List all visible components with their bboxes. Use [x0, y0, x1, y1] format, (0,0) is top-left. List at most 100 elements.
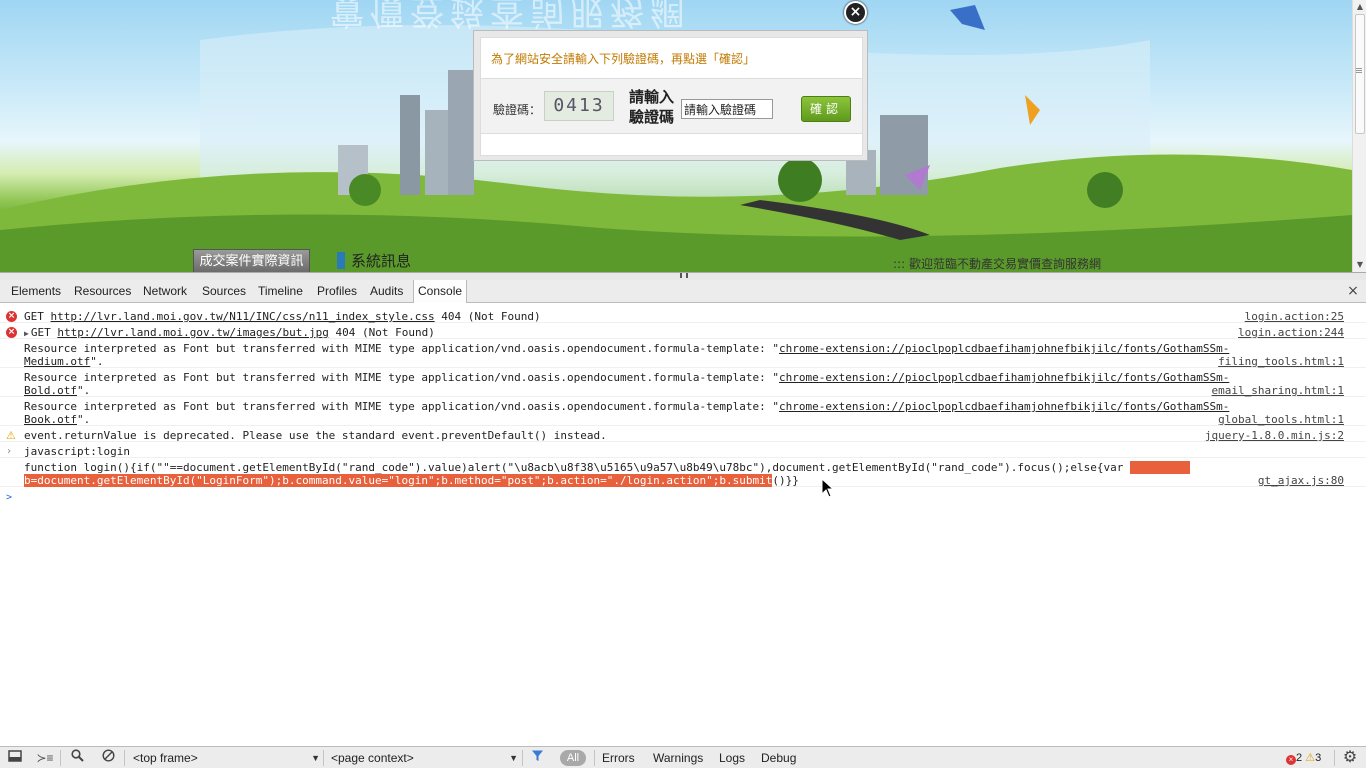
console-status-bar: ≻≡ <top frame> ▼ <page context> ▼ All Erro…: [0, 746, 1366, 768]
message-text: ▶ GET http://lvr.land.moi.gov.tw/images/b…: [24, 326, 1204, 340]
captcha-row: 驗證碼： 0413 請輸入驗證碼 確認: [481, 78, 862, 134]
tab-profiles[interactable]: Profiles: [317, 280, 357, 303]
bookmark-icon: [337, 252, 345, 269]
devtools-resize-handle[interactable]: [0, 272, 1366, 280]
message-text: Resource interpreted as Font but transfe…: [24, 342, 1229, 368]
resource-link-cont[interactable]: Book.otf: [24, 413, 77, 426]
message-text: event.returnValue is deprecated. Please …: [24, 429, 607, 442]
filter-icon[interactable]: [528, 749, 546, 767]
captcha-input[interactable]: [681, 99, 773, 119]
tab-resources[interactable]: Resources: [74, 280, 131, 303]
source-link[interactable]: login.action:244: [1238, 326, 1344, 339]
captcha-instructions: 為了網站安全請輸入下列驗證碼，再點選「確認」: [491, 52, 756, 66]
error-count: 2: [1296, 752, 1303, 764]
result-text: function login(){if(""==document.getElem…: [24, 461, 1204, 487]
frame-select-value: <top frame>: [133, 751, 198, 765]
message-text: Resource interpreted as Font but transfe…: [24, 371, 1229, 397]
resource-link[interactable]: chrome-extension://pioclpoplcdbaefihamjo…: [779, 371, 1229, 384]
filter-warnings-button[interactable]: Warnings: [653, 749, 703, 767]
console-message: × GET http://lvr.land.moi.gov.tw/N11/INC…: [0, 307, 1366, 323]
tab-network[interactable]: Network: [143, 280, 187, 303]
captcha-label: 驗證碼：: [493, 103, 542, 117]
confirm-button[interactable]: 確認: [801, 96, 851, 122]
source-link[interactable]: filing_tools.html:1: [1218, 355, 1344, 368]
system-news-label: 系統訊息: [351, 252, 412, 270]
warning-icon: ⚠: [6, 429, 16, 442]
result-line-rest: ()}}: [772, 474, 799, 487]
console-message: Resource interpreted as Font but transfe…: [0, 368, 1366, 397]
frame-select[interactable]: <top frame> ▼: [133, 749, 320, 767]
scroll-up-icon[interactable]: ▲: [1353, 0, 1366, 14]
warning-count-icon: ⚠: [1305, 752, 1316, 764]
console-result: function login(){if(""==document.getElem…: [0, 458, 1366, 487]
scrollbar-thumb[interactable]: [1355, 14, 1365, 134]
tab-timeline[interactable]: Timeline: [258, 280, 303, 303]
captcha-dialog-body: 為了網站安全請輸入下列驗證碼，再點選「確認」 驗證碼： 0413 請輸入驗證碼 …: [480, 37, 863, 156]
message-text: GET http://lvr.land.moi.gov.tw/N11/INC/c…: [24, 310, 1204, 323]
error-count-icon: ×: [1286, 755, 1296, 765]
page-scrollbar[interactable]: ▲ ▼: [1352, 0, 1366, 272]
source-link[interactable]: login.action:25: [1245, 310, 1344, 323]
welcome-text: ::: 歡迎蒞臨不動產交易實價查詢服務網: [893, 257, 1101, 271]
dropdown-caret-icon: ▼: [311, 753, 320, 763]
message-suffix: ".: [76, 413, 91, 426]
drawer-icon[interactable]: ≻≡: [35, 749, 55, 767]
clear-icon[interactable]: [99, 749, 117, 767]
message-prefix: Resource interpreted as Font but transfe…: [24, 371, 779, 384]
resource-link[interactable]: chrome-extension://pioclpoplcdbaefihamjo…: [779, 342, 1229, 355]
source-link[interactable]: global_tools.html:1: [1218, 413, 1344, 426]
console-message: × ▶ GET http://lvr.land.moi.gov.tw/images…: [0, 323, 1366, 339]
console-message: Resource interpreted as Font but transfe…: [0, 339, 1366, 368]
captcha-image[interactable]: 0413: [544, 91, 614, 121]
devtools-close-button[interactable]: ×: [1346, 280, 1360, 303]
source-link[interactable]: gt_ajax.js:80: [1258, 474, 1344, 487]
error-icon: ×: [6, 311, 17, 322]
resource-link[interactable]: chrome-extension://pioclpoplcdbaefihamjo…: [779, 400, 1229, 413]
result-line: function login(){if(""==document.getElem…: [24, 461, 1130, 474]
separator: [522, 750, 523, 766]
resize-grip-icon: [680, 273, 688, 278]
search-icon[interactable]: [68, 749, 86, 767]
message-text: Resource interpreted as Font but transfe…: [24, 400, 1229, 426]
captcha-dialog: 為了網站安全請輸入下列驗證碼，再點選「確認」 驗證碼： 0413 請輸入驗證碼 …: [473, 30, 868, 161]
filter-errors-button[interactable]: Errors: [602, 749, 635, 767]
tab-sources[interactable]: Sources: [202, 280, 246, 303]
tab-elements[interactable]: Elements: [11, 280, 61, 303]
command-text: javascript:login: [24, 445, 130, 458]
console-prompt[interactable]: >: [0, 488, 1366, 504]
dropdown-caret-icon: ▼: [509, 753, 518, 763]
input-chevron-icon: ›: [6, 446, 13, 457]
separator: [594, 750, 595, 766]
dock-icon[interactable]: [6, 749, 24, 767]
system-news-heading[interactable]: 系統訊息: [337, 250, 411, 272]
gear-icon[interactable]: ⚙: [1340, 749, 1360, 767]
context-select[interactable]: <page context> ▼: [331, 749, 518, 767]
selected-text: b=document.getElementById("LoginForm");b…: [24, 474, 773, 487]
deals-info-button[interactable]: 成交案件實際資訊: [193, 249, 310, 272]
separator: [60, 750, 61, 766]
request-method: GET: [24, 310, 44, 323]
resource-link[interactable]: http://lvr.land.moi.gov.tw/images/but.jp…: [57, 326, 329, 339]
separator: [323, 750, 324, 766]
filter-debug-button[interactable]: Debug: [761, 749, 796, 767]
console-panel[interactable]: × GET http://lvr.land.moi.gov.tw/N11/INC…: [0, 304, 1366, 746]
resource-link-cont[interactable]: Bold.otf: [24, 384, 77, 397]
message-suffix: ".: [76, 384, 91, 397]
resource-link[interactable]: http://lvr.land.moi.gov.tw/N11/INC/css/n…: [51, 310, 435, 323]
source-link[interactable]: email_sharing.html:1: [1212, 384, 1344, 397]
scroll-down-icon[interactable]: ▼: [1353, 258, 1366, 272]
tab-audits[interactable]: Audits: [370, 280, 403, 303]
tab-console[interactable]: Console: [413, 280, 468, 303]
close-icon[interactable]: ×: [844, 1, 867, 24]
warning-count: 3: [1315, 752, 1322, 764]
mouse-cursor-icon: [821, 478, 835, 498]
message-prefix: Resource interpreted as Font but transfe…: [24, 342, 779, 355]
filter-logs-button[interactable]: Logs: [719, 749, 745, 767]
issue-counters[interactable]: × 2 ⚠3: [1286, 749, 1336, 767]
scrollbar-grip: [1356, 68, 1362, 69]
resource-link-cont[interactable]: Medium.otf: [24, 355, 90, 368]
devtools-tab-bar: Elements Resources Network Sources Timel…: [0, 280, 1366, 303]
filter-all-button[interactable]: All: [560, 750, 586, 766]
context-select-value: <page context>: [331, 751, 414, 765]
source-link[interactable]: jquery-1.8.0.min.js:2: [1205, 429, 1344, 442]
